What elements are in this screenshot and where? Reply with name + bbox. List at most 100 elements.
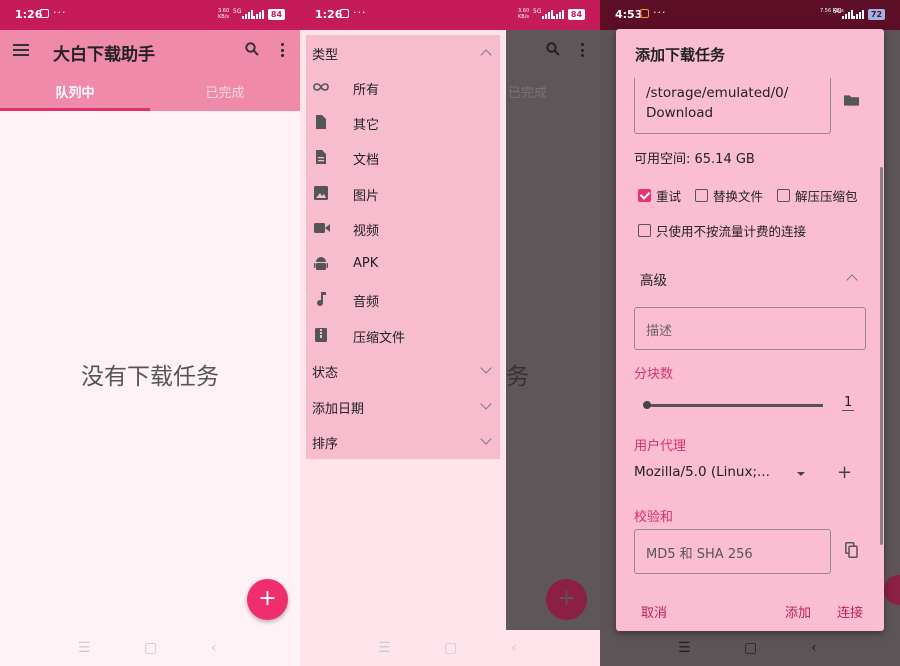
empty-state-message: 没有下载任务 xyxy=(81,364,219,390)
filter-label: 视频 xyxy=(353,224,380,239)
nav-back-icon[interactable]: ‹ xyxy=(511,640,517,656)
checkbox-label: 只使用不按流量计费的连接 xyxy=(656,223,807,239)
app-bar: 大白下载助手 队列中 已完成 xyxy=(0,30,300,111)
checkbox-checked-icon xyxy=(638,188,651,202)
add-button[interactable]: 添加 xyxy=(785,602,811,621)
system-nav-bar: ☰ ▢ ‹ xyxy=(300,630,600,666)
description-field[interactable]: 描述 xyxy=(634,307,866,350)
filter-item-video[interactable]: 视频 xyxy=(306,211,500,246)
copy-icon[interactable] xyxy=(845,542,858,558)
battery-icon: 84 xyxy=(268,9,285,20)
connect-button[interactable]: 连接 xyxy=(837,602,863,621)
filter-label: 音频 xyxy=(353,295,380,310)
search-icon[interactable] xyxy=(245,42,259,56)
document-icon xyxy=(316,150,326,164)
add-download-button-dimmed: + xyxy=(546,579,587,620)
chevron-up-icon[interactable] xyxy=(480,49,492,61)
nav-home-icon[interactable]: ▢ xyxy=(444,640,457,656)
dialog-scrollbar[interactable] xyxy=(880,167,883,545)
nav-home-icon[interactable]: ▢ xyxy=(144,640,157,656)
nav-menu-icon[interactable]: ☰ xyxy=(678,640,691,656)
add-user-agent-icon[interactable]: + xyxy=(837,462,852,483)
filter-item-image[interactable]: 图片 xyxy=(306,176,500,211)
status-time: 4:53 xyxy=(615,8,643,21)
hamburger-menu-icon[interactable] xyxy=(13,44,29,56)
tab-queued[interactable]: 队列中 xyxy=(0,82,150,101)
cancel-button[interactable]: 取消 xyxy=(641,602,667,621)
screen-drawer: 1:26 ··· 3.60 KB/s 5G 84 已完成 务 + 类型 所有 其… xyxy=(300,0,600,666)
folder-icon[interactable] xyxy=(844,94,859,106)
chevron-down-icon[interactable] xyxy=(480,398,492,410)
checksum-placeholder: MD5 和 SHA 256 xyxy=(646,547,753,562)
filter-item-archive[interactable]: 压缩文件 xyxy=(306,318,500,353)
chunks-value[interactable]: 1 xyxy=(842,395,855,411)
more-notifications-icon: ··· xyxy=(353,6,367,19)
drawer-scrim[interactable]: 已完成 务 + xyxy=(506,30,600,630)
add-download-button[interactable]: + xyxy=(247,579,288,620)
section-type[interactable]: 类型 xyxy=(312,44,338,63)
extract-archive-checkbox[interactable]: 解压压缩包 xyxy=(777,186,858,204)
save-path-value: /storage/emulated/0/ Download xyxy=(646,85,789,121)
chunks-slider-thumb[interactable] xyxy=(643,401,651,409)
nav-home-icon[interactable]: ▢ xyxy=(744,640,757,656)
status-bar: 1:26 ··· 3.60 KB/s 5G 84 xyxy=(0,0,300,30)
checksum-field[interactable]: MD5 和 SHA 256 xyxy=(634,529,831,574)
chunks-label: 分块数 xyxy=(634,367,674,382)
filter-item-all[interactable]: 所有 xyxy=(306,70,500,105)
overflow-menu-icon[interactable] xyxy=(281,43,285,57)
nav-back-icon[interactable]: ‹ xyxy=(811,640,817,656)
screen-main: 1:26 ··· 3.60 KB/s 5G 84 大白下载助手 队列中 已完成 … xyxy=(0,0,300,666)
notification-icon xyxy=(340,9,349,18)
checkbox-label: 重试 xyxy=(656,188,682,204)
infinity-icon xyxy=(313,83,329,91)
nav-menu-icon[interactable]: ☰ xyxy=(378,640,391,656)
battery-icon: 84 xyxy=(568,9,585,20)
signal-icon xyxy=(542,10,553,19)
chunks-slider-track[interactable] xyxy=(647,404,823,407)
status-time: 1:26 xyxy=(15,8,43,21)
image-icon xyxy=(314,186,328,200)
user-agent-select[interactable]: Mozilla/5.0 (Linux;... xyxy=(634,464,770,480)
battery-icon: 72 xyxy=(868,9,885,20)
checkbox-icon xyxy=(777,188,790,202)
overflow-menu-icon xyxy=(581,43,585,57)
nav-menu-icon[interactable]: ☰ xyxy=(78,640,91,656)
tab-completed[interactable]: 已完成 xyxy=(150,82,300,101)
chevron-down-icon[interactable] xyxy=(480,362,492,374)
filter-item-audio[interactable]: 音频 xyxy=(306,282,500,317)
checkbox-label: 替换文件 xyxy=(713,188,764,204)
filter-label: 图片 xyxy=(353,189,380,204)
save-path-field[interactable]: /storage/emulated/0/ Download xyxy=(634,78,831,134)
nav-back-icon[interactable]: ‹ xyxy=(211,640,217,656)
section-date-added[interactable]: 添加日期 xyxy=(312,398,364,417)
filter-item-other[interactable]: 其它 xyxy=(306,105,500,140)
chevron-down-icon[interactable] xyxy=(480,433,492,445)
filter-item-document[interactable]: 文档 xyxy=(306,140,500,175)
replace-file-checkbox[interactable]: 替换文件 xyxy=(695,186,763,204)
filter-item-apk[interactable]: APK xyxy=(306,247,500,282)
more-notifications-icon: ··· xyxy=(53,6,67,19)
section-sort[interactable]: 排序 xyxy=(312,433,338,452)
page-title: 大白下载助手 xyxy=(53,45,155,65)
section-status[interactable]: 状态 xyxy=(312,362,338,381)
unmetered-only-checkbox[interactable]: 只使用不按流量计费的连接 xyxy=(638,221,806,239)
filter-label: APK xyxy=(353,256,379,271)
tab-completed-dimmed: 已完成 xyxy=(508,86,548,101)
dialog-title: 添加下载任务 xyxy=(635,46,726,64)
checkbox-icon xyxy=(638,223,651,237)
signal-icon-2 xyxy=(253,10,264,19)
empty-state-dimmed: 务 xyxy=(506,364,529,390)
checksum-label: 校验和 xyxy=(634,510,674,525)
retry-checkbox[interactable]: 重试 xyxy=(638,186,681,204)
chevron-up-icon[interactable] xyxy=(846,274,858,286)
user-agent-label: 用户代理 xyxy=(634,439,687,454)
advanced-section[interactable]: 高级 xyxy=(640,269,667,289)
status-time: 1:26 xyxy=(315,8,343,21)
status-bar: 1:26 ··· 3.60 KB/s 5G 84 xyxy=(300,0,600,30)
filter-drawer: 类型 所有 其它 文档 图片 视频 APK 音频 压缩文件 状态 添加日期 排序 xyxy=(306,35,500,459)
description-placeholder: 描述 xyxy=(646,324,673,339)
dropdown-caret-icon[interactable] xyxy=(797,472,805,476)
add-download-button-dimmed xyxy=(884,575,900,605)
signal-icon-2 xyxy=(853,10,864,19)
filter-label: 文档 xyxy=(353,153,380,168)
